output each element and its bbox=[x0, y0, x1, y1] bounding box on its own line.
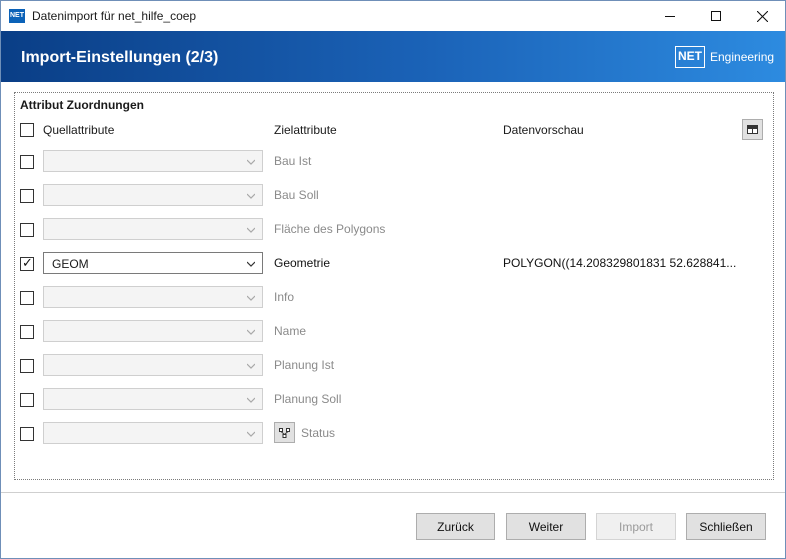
import-button[interactable]: Import bbox=[596, 513, 676, 540]
target-attribute-label: Geometrie bbox=[274, 256, 331, 270]
source-attribute-value: GEOM bbox=[52, 257, 89, 271]
target-attribute-label: Planung Soll bbox=[274, 392, 342, 406]
row-checkbox[interactable] bbox=[20, 255, 34, 271]
row-checkbox[interactable] bbox=[20, 223, 34, 237]
import-dialog-window: NET Datenimport für net_hilfe_coep Impor… bbox=[0, 0, 786, 559]
source-attribute-select[interactable]: GEOM bbox=[43, 252, 263, 274]
chevron-down-icon bbox=[247, 193, 255, 199]
chevron-down-icon bbox=[247, 159, 255, 165]
row-checkbox[interactable] bbox=[20, 359, 34, 373]
row-checkbox[interactable] bbox=[20, 155, 34, 169]
row-checkbox[interactable] bbox=[20, 325, 34, 339]
target-attribute-label: Status bbox=[301, 426, 336, 440]
close-icon bbox=[756, 10, 768, 22]
source-attribute-select[interactable] bbox=[43, 388, 263, 410]
maximize-icon bbox=[711, 11, 721, 21]
chevron-down-icon bbox=[247, 363, 255, 369]
mapping-row: Planung Soll bbox=[15, 388, 773, 412]
target-attribute-label: Bau Soll bbox=[274, 188, 319, 202]
source-attribute-select[interactable] bbox=[43, 422, 263, 444]
back-button[interactable]: Zurück bbox=[416, 513, 495, 540]
data-preview-value: POLYGON((14.208329801831 52.628841... bbox=[503, 256, 737, 270]
mapping-row: Info bbox=[15, 286, 773, 310]
select-all-checkbox[interactable] bbox=[20, 123, 34, 137]
source-attribute-select[interactable] bbox=[43, 184, 263, 206]
attribute-mapping-group: Attribut Zuordnungen Quellattribute Ziel… bbox=[14, 92, 774, 480]
target-attribute-label: Fläche des Polygons bbox=[274, 222, 386, 236]
mapping-row: Bau Soll bbox=[15, 184, 773, 208]
target-attribute-label: Planung Ist bbox=[274, 358, 335, 372]
mapping-row: Name bbox=[15, 320, 773, 344]
close-window-button[interactable] bbox=[739, 1, 785, 31]
wizard-header: Import-Einstellungen (2/3) NET Engineeri… bbox=[1, 31, 785, 82]
target-attribute-label: Bau Ist bbox=[274, 154, 312, 168]
source-attribute-select[interactable] bbox=[43, 354, 263, 376]
close-button[interactable]: Schließen bbox=[686, 513, 766, 540]
row-checkbox[interactable] bbox=[20, 393, 34, 407]
mapping-row: Fläche des Polygons bbox=[15, 218, 773, 242]
table-view-button[interactable] bbox=[742, 119, 763, 140]
chevron-down-icon bbox=[247, 329, 255, 335]
column-header-source: Quellattribute bbox=[43, 123, 115, 137]
mapping-row: GEOM Geometrie POLYGON((14.208329801831 … bbox=[15, 252, 773, 276]
source-attribute-select[interactable] bbox=[43, 218, 263, 240]
chevron-down-icon bbox=[247, 227, 255, 233]
group-label: Attribut Zuordnungen bbox=[20, 98, 144, 112]
chevron-down-icon bbox=[247, 261, 255, 267]
row-checkbox[interactable] bbox=[20, 427, 34, 441]
next-button[interactable]: Weiter bbox=[506, 513, 586, 540]
footer-separator bbox=[1, 492, 785, 493]
status-mapping-button[interactable] bbox=[274, 422, 295, 443]
column-header-target: Zielattribute bbox=[274, 123, 337, 137]
source-attribute-select[interactable] bbox=[43, 150, 263, 172]
source-attribute-select[interactable] bbox=[43, 286, 263, 308]
mapping-row: Status bbox=[15, 422, 773, 446]
title-bar: NET Datenimport für net_hilfe_coep bbox=[1, 1, 785, 31]
net-logo: NET bbox=[675, 46, 705, 68]
target-attribute-label: Name bbox=[274, 324, 307, 338]
row-checkbox[interactable] bbox=[20, 291, 34, 305]
chevron-down-icon bbox=[247, 295, 255, 301]
column-header-preview: Datenvorschau bbox=[503, 123, 584, 137]
chevron-down-icon bbox=[247, 431, 255, 437]
page-title: Import-Einstellungen (2/3) bbox=[21, 49, 219, 66]
window-title: Datenimport für net_hilfe_coep bbox=[32, 9, 197, 23]
maximize-button[interactable] bbox=[693, 1, 739, 31]
minimize-icon bbox=[665, 15, 675, 17]
row-checkbox[interactable] bbox=[20, 189, 34, 203]
hierarchy-icon bbox=[279, 427, 290, 438]
table-icon bbox=[747, 125, 758, 134]
chevron-down-icon bbox=[247, 397, 255, 403]
logo-text: Engineering bbox=[710, 50, 775, 64]
minimize-button[interactable] bbox=[647, 1, 693, 31]
source-attribute-select[interactable] bbox=[43, 320, 263, 342]
mapping-row: Bau Ist bbox=[15, 150, 773, 174]
target-attribute-label: Info bbox=[274, 290, 295, 304]
app-icon: NET bbox=[9, 9, 25, 23]
mapping-row: Planung Ist bbox=[15, 354, 773, 378]
